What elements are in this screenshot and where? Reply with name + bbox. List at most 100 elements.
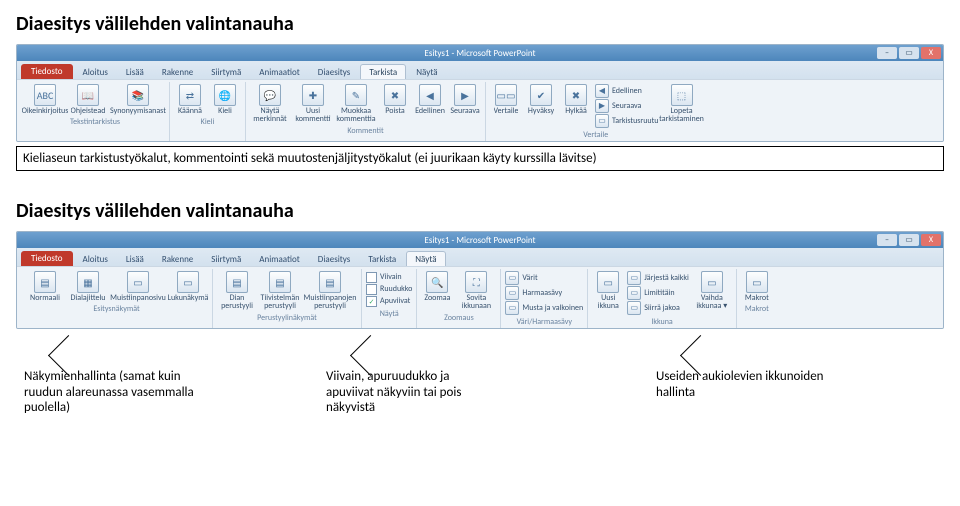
btn-harmaasavy[interactable]: ▭Harmaasävy — [505, 286, 583, 300]
ribbon-tabs: Tiedosto Aloitus Lisää Rakenne Siirtymä … — [17, 61, 943, 79]
tab-diaesitys[interactable]: Diaesitys — [310, 65, 359, 79]
btn-label: Dian perustyyli — [217, 294, 257, 311]
tab-nayta[interactable]: Näytä — [406, 251, 445, 266]
delete-icon: ✖ — [384, 84, 406, 106]
btn-dian-perustyyli[interactable]: ▤Dian perustyyli — [217, 271, 257, 311]
tab-siirtyma[interactable]: Siirtymä — [203, 65, 249, 79]
btn-uusi-ikkuna[interactable]: ▭Uusi ikkuna — [592, 271, 624, 315]
group-label: Näytä — [380, 309, 399, 320]
btn-uusi-kommentti[interactable]: ✚Uusi kommentti — [293, 84, 333, 124]
btn-label: Makrot — [745, 294, 769, 302]
btn-label: Näytä merkinnät — [250, 107, 290, 124]
btn-edellinen-muutos[interactable]: ◀Edellinen — [595, 84, 659, 98]
btn-synonyymisanasto[interactable]: 📚Synonyymisanasto — [111, 84, 165, 115]
btn-ohjeistead[interactable]: 📖Ohjeistead — [68, 84, 108, 115]
group-label: Perustyylinäkymät — [257, 313, 317, 324]
btn-varit[interactable]: ▭Värit — [505, 271, 583, 285]
tab-lisaa[interactable]: Lisää — [118, 65, 152, 79]
btn-label: Edellinen — [415, 107, 445, 115]
group-label: Kommentit — [347, 126, 383, 137]
row-label: Viivain — [380, 272, 402, 282]
tab-file[interactable]: Tiedosto — [21, 64, 73, 79]
tab-animaatiot[interactable]: Animaatiot — [251, 65, 308, 79]
callout-ikkunoiden-hallinta: Useiden aukiolevien ikkunoiden hallinta — [656, 369, 826, 400]
btn-kaanna[interactable]: ⇄Käännä — [174, 84, 206, 115]
reject-icon: ✖ — [565, 84, 587, 106]
btn-label: Muistiinpanojen perustyyli — [303, 294, 357, 311]
btn-label: Hyväksy — [528, 107, 554, 115]
btn-makrot[interactable]: ▭Makrot — [741, 271, 773, 302]
btn-mustavalkoinen[interactable]: ▭Musta ja valkoinen — [505, 301, 583, 315]
group-makrot: ▭Makrot Makrot — [737, 269, 777, 328]
group-label: Esitysnäkymät — [93, 304, 139, 315]
prev-icon: ◀ — [419, 84, 441, 106]
group-tekstintarkistus: ABCOikeinkirjoitus 📖Ohjeistead 📚Synonyym… — [21, 82, 170, 141]
next-icon: ▶ — [454, 84, 476, 106]
translate-icon: ⇄ — [179, 84, 201, 106]
row-label: Musta ja valkoinen — [522, 303, 583, 313]
btn-label: Zoomaa — [424, 294, 450, 302]
tab-aloitus[interactable]: Aloitus — [75, 252, 116, 266]
title-bar: Esitys1 - Microsoft PowerPoint – ▭ X — [17, 232, 943, 248]
btn-siirra-jakoa[interactable]: ▭Siirrä jakoa — [627, 301, 689, 315]
group-label: Väri/Harmaasävy — [517, 317, 572, 328]
reading-view-icon: ▭ — [177, 271, 199, 293]
btn-poista-kommentti[interactable]: ✖Poista — [379, 84, 411, 124]
section1-description: Kieliaseun tarkistustyökalut, kommentoin… — [16, 146, 944, 171]
chk-viivain[interactable]: Viivain — [366, 272, 412, 283]
btn-zoomaa[interactable]: 🔍Zoomaa — [421, 271, 453, 311]
row-label: Järjestä kaikki — [644, 273, 689, 283]
btn-seuraava-muutos[interactable]: ▶Seuraava — [595, 99, 659, 113]
btn-dialajittelu[interactable]: ▦Dialajittelu — [68, 271, 108, 302]
normal-view-icon: ▤ — [34, 271, 56, 293]
tab-siirtyma[interactable]: Siirtymä — [203, 252, 249, 266]
btn-tarkistusruutu[interactable]: ▭Tarkistusruutu — [595, 114, 659, 128]
notes-view-icon: ▭ — [127, 271, 149, 293]
group-nayta: Viivain Ruudukko ✓Apuviivat Näytä — [362, 269, 417, 328]
btn-limititain[interactable]: ▭Limititäin — [627, 286, 689, 300]
tab-tarkista[interactable]: Tarkista — [360, 64, 406, 79]
btn-oikeinkirjoitus[interactable]: ABCOikeinkirjoitus — [25, 84, 65, 115]
btn-vaihda-ikkunaa[interactable]: ▭Vaihda ikkunaa ▾ — [692, 271, 732, 315]
handout-master-icon: ▤ — [269, 271, 291, 293]
btn-muistiinpanojen-perustyyli[interactable]: ▤Muistiinpanojen perustyyli — [303, 271, 357, 311]
callout-text: Useiden aukiolevien ikkunoiden hallinta — [656, 369, 824, 400]
btn-kieli[interactable]: 🌐Kieli — [209, 84, 241, 115]
tab-rakenne[interactable]: Rakenne — [154, 65, 201, 79]
tab-diaesitys[interactable]: Diaesitys — [310, 252, 359, 266]
tab-animaatiot[interactable]: Animaatiot — [251, 252, 308, 266]
btn-jarjesta-kaikki[interactable]: ▭Järjestä kaikki — [627, 271, 689, 285]
group-perustyylinakymat: ▤Dian perustyyli ▤Tiivistelmän perustyyl… — [213, 269, 362, 328]
tab-lisaa[interactable]: Lisää — [118, 252, 152, 266]
btn-label: Käännä — [178, 107, 202, 115]
btn-edellinen-kommentti[interactable]: ◀Edellinen — [414, 84, 446, 124]
btn-hylkaa[interactable]: ✖Hylkää — [560, 84, 592, 128]
btn-tiivistelman-perustyyli[interactable]: ▤Tiivistelmän perustyyli — [260, 271, 300, 311]
chk-ruudukko[interactable]: Ruudukko — [366, 284, 412, 295]
btn-nayta-merkinnat[interactable]: 💬Näytä merkinnät — [250, 84, 290, 124]
title-bar: Esitys1 - Microsoft PowerPoint – ▭ X — [17, 45, 943, 61]
btn-label: Ohjeistead — [71, 107, 106, 115]
tab-nayta[interactable]: Näytä — [408, 65, 445, 79]
btn-label: Oikeinkirjoitus — [22, 107, 69, 115]
btn-sovita-ikkunaan[interactable]: ⛶Sovita ikkunaan — [456, 271, 496, 311]
btn-label: Uusi kommentti — [293, 107, 333, 124]
btn-hyvaksy[interactable]: ✔Hyväksy — [525, 84, 557, 128]
btn-muistiinpanosivu[interactable]: ▭Muistiinpanosivu — [111, 271, 165, 302]
tab-aloitus[interactable]: Aloitus — [75, 65, 116, 79]
btn-lopeta-tarkistaminen[interactable]: ⬚Lopeta tarkistaminen — [662, 84, 702, 128]
btn-normaali[interactable]: ▤Normaali — [25, 271, 65, 302]
row-label: Seuraava — [612, 101, 641, 111]
tab-rakenne[interactable]: Rakenne — [154, 252, 201, 266]
spellcheck-icon: ABC — [34, 84, 56, 106]
blackwhite-icon: ▭ — [505, 301, 519, 315]
row-label: Edellinen — [612, 86, 642, 96]
tab-file[interactable]: Tiedosto — [21, 251, 73, 266]
btn-muokkaa-kommenttia[interactable]: ✎Muokkaa kommenttia — [336, 84, 376, 124]
tab-tarkista[interactable]: Tarkista — [360, 252, 404, 266]
btn-seuraava-kommentti[interactable]: ▶Seuraava — [449, 84, 481, 124]
btn-vertaile[interactable]: ▭▭Vertaile — [490, 84, 522, 128]
next-icon: ▶ — [595, 99, 609, 113]
chk-apuviivat[interactable]: ✓Apuviivat — [366, 296, 412, 307]
btn-lukunakyma[interactable]: ▭Lukunäkymä — [168, 271, 208, 302]
